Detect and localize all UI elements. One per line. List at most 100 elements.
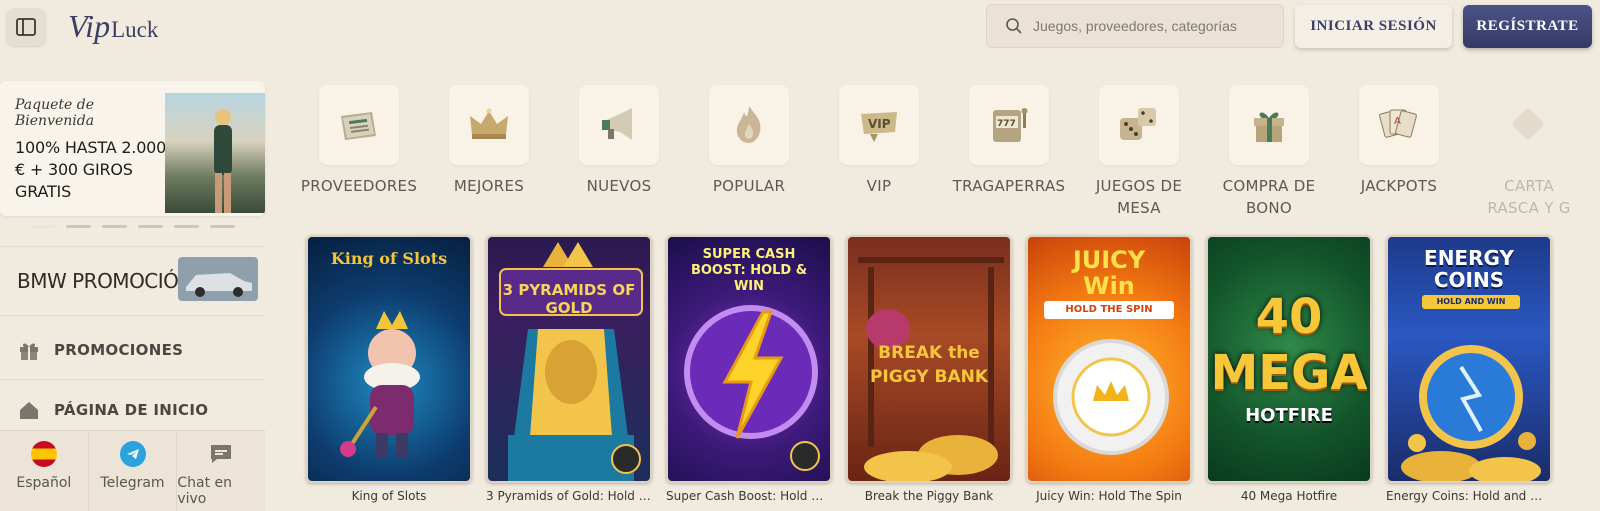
chip-icon [1053,339,1169,455]
chat-icon [208,441,234,467]
sidebar-bottom-bar: Español Telegram Chat en vivo [0,430,265,511]
category-vip[interactable]: VIP VIP [816,85,942,197]
search-input[interactable] [1033,18,1273,34]
sidebar-item-promociones[interactable]: PROMOCIONES [0,320,265,380]
hold-the-spin-banner: HOLD THE SPIN [1044,301,1174,319]
sidebar-toggle-button[interactable] [6,8,46,46]
game-card[interactable]: JUICY Win HOLD THE SPIN Juicy Win: Hold … [1026,235,1192,503]
home-icon [20,402,38,419]
category-tile: VIP [839,85,919,165]
newspaper-icon [341,112,376,140]
category-tile [1489,85,1569,165]
game-art-title: BREAK the PIGGY BANK [869,343,989,387]
category-label: COMPRA DE BONO [1222,177,1316,217]
games-row: King of Slots King of Slots 3 PYRAMIDS O… [306,235,1600,511]
category-proveedores[interactable]: PROVEEDORES [296,85,422,197]
game-card[interactable]: 3 PYRAMIDS OF GOLD 3 Pyramids of Gold: H… [486,235,652,503]
game-title: 40 Mega Hotfire [1240,489,1338,503]
telegram-icon [119,441,146,467]
category-label: NUEVOS [586,177,652,195]
svg-text:777: 777 [997,119,1016,129]
category-carta-rasca[interactable]: CARTA RASCA Y G [1466,85,1592,219]
language-selector[interactable]: Español [0,431,89,511]
category-tile [449,85,529,165]
svg-text:A: A [1394,116,1401,127]
logo[interactable]: Vip Luck [68,8,158,48]
logo-vip: Vip [68,8,111,44]
slot-machine-icon: 777 [993,108,1028,142]
game-thumbnail[interactable]: 3 PYRAMIDS OF GOLD [486,235,652,483]
search-box[interactable] [986,4,1284,48]
logo-luck: Luck [111,17,159,42]
game-title: Super Cash Boost: Hold & Win [666,489,832,503]
category-label: MEJORES [453,177,525,195]
category-juegos-de-mesa[interactable]: JUEGOS DE MESA [1076,85,1202,219]
carousel-dot[interactable] [210,225,235,228]
telegram-link[interactable]: Telegram [89,431,178,511]
carousel-dot[interactable] [66,225,91,228]
carousel-dot[interactable] [138,225,163,228]
category-popular[interactable]: POPULAR [686,85,812,197]
game-thumbnail[interactable]: ENERGY COINS HOLD AND WIN [1386,235,1552,483]
sidebar-item-label: PÁGINA DE INICIO [54,401,209,419]
category-tile [319,85,399,165]
carousel-dot[interactable] [102,225,127,228]
live-chat-button[interactable]: Chat en vivo [177,431,265,511]
category-label: VIP [866,177,892,195]
category-nuevos[interactable]: NUEVOS [556,85,682,197]
category-tile [709,85,789,165]
category-label: POPULAR [712,177,786,195]
bmw-label: BMW PROMOCIÓN [17,269,193,293]
category-tragaperras[interactable]: 777 TRAGAPERRAS [946,85,1072,197]
sidebar-icon [16,18,36,36]
welcome-promo-banner[interactable]: Paquete de Bienvenida 100% HASTA 2.000 €… [0,81,265,216]
hold-and-win-banner: HOLD AND WIN [1422,295,1520,309]
promo-subtitle: Paquete de Bienvenida [15,97,95,129]
header: Vip Luck INICIAR SESIÓN REGÍSTRATE [0,0,1600,60]
category-tile [1229,85,1309,165]
game-art-title: SUPER CASH BOOST: HOLD & WIN [690,247,808,294]
carousel-dot[interactable] [30,225,55,228]
login-button[interactable]: INICIAR SESIÓN [1295,5,1452,48]
category-jackpots[interactable]: A JACKPOTS [1336,85,1462,197]
game-title: Energy Coins: Hold and Win [1386,489,1552,503]
svg-text:VIP: VIP [868,117,891,131]
game-thumbnail[interactable]: 40 MEGA HOTFIRE [1206,235,1372,483]
game-title: Break the Piggy Bank [864,489,994,503]
car-icon [178,257,258,301]
megaphone-icon [602,108,632,140]
game-card[interactable]: 40 MEGA HOTFIRE 40 Mega Hotfire [1206,235,1372,503]
bmw-promo-item[interactable]: BMW PROMOCIÓN [0,246,265,316]
carousel-dot[interactable] [174,225,199,228]
game-thumbnail[interactable]: King of Slots [306,235,472,483]
game-card[interactable]: SUPER CASH BOOST: HOLD & WIN Super Cash … [666,235,832,503]
category-compra-de-bono[interactable]: COMPRA DE BONO [1206,85,1332,219]
woman-illustration [214,109,232,213]
flame-icon [736,106,761,143]
category-label: TRAGAPERRAS [952,177,1066,195]
lightning-icon [684,305,820,471]
game-thumbnail[interactable]: SUPER CASH BOOST: HOLD & WIN [666,235,832,483]
game-title: King of Slots [351,489,427,503]
game-card[interactable]: ENERGY COINS HOLD AND WIN Energy Coins: … [1386,235,1552,503]
sidebar-item-label: PROMOCIONES [54,340,184,359]
category-label: JUEGOS DE MESA [1095,177,1183,217]
game-art-title: ENERGY COINS [1424,246,1514,292]
game-art-title: JUICY Win [1072,246,1146,300]
carousel-dots [30,225,235,228]
category-tile [579,85,659,165]
game-art-title: 40 MEGA [1210,289,1368,401]
king-character [340,311,420,457]
game-card[interactable]: King of Slots King of Slots [306,235,472,503]
game-title: Juicy Win: Hold The Spin [1036,489,1182,503]
category-label: CARTA RASCA Y G [1487,177,1571,217]
game-thumbnail[interactable]: JUICY Win HOLD THE SPIN [1026,235,1192,483]
category-mejores[interactable]: MEJORES [426,85,552,197]
hotfire-label: HOTFIRE [1245,405,1333,426]
game-thumbnail[interactable]: BREAK the PIGGY BANK [846,235,1012,483]
scratch-icon [1512,108,1544,140]
live-chat-label: Chat en vivo [177,475,232,507]
game-card[interactable]: BREAK the PIGGY BANK Break the Piggy Ban… [846,235,1012,503]
category-tile: A [1359,85,1439,165]
register-button[interactable]: REGÍSTRATE [1463,5,1592,48]
